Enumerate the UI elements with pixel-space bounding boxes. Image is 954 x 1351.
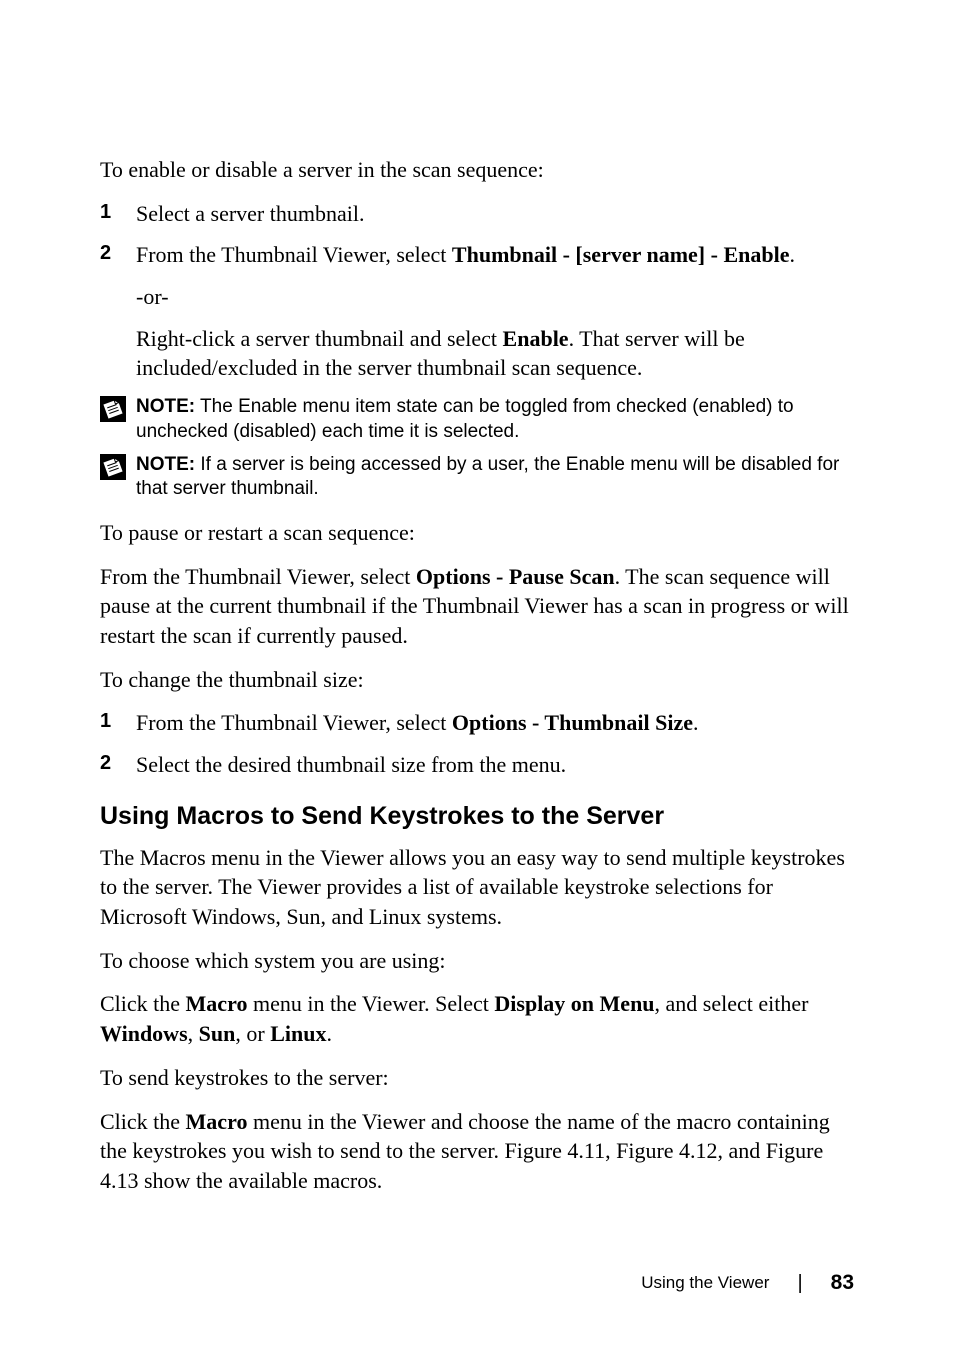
list-number: 2 [100, 240, 136, 270]
bold-text: Enable [503, 326, 569, 351]
list-item: 2 Select the desired thumbnail size from… [100, 750, 854, 780]
list-number: 1 [100, 708, 136, 738]
list-item: 1 From the Thumbnail Viewer, select Opti… [100, 708, 854, 738]
text-fragment: . [789, 242, 795, 267]
bold-text: Thumbnail - [server name] - Enable [452, 242, 790, 267]
text-fragment: . [326, 1021, 332, 1046]
paragraph: The Macros menu in the Viewer allows you… [100, 843, 854, 932]
list-item: 1 Select a server thumbnail. [100, 199, 854, 229]
paragraph: To send keystrokes to the server: [100, 1063, 854, 1093]
bold-text: Options - Thumbnail Size [452, 710, 693, 735]
list-text: Select the desired thumbnail size from t… [136, 750, 566, 780]
text-fragment: Right-click a server thumbnail and selec… [136, 326, 503, 351]
note-label: NOTE: [136, 454, 195, 475]
section-intro: To change the thumbnail size: [100, 665, 854, 695]
note-icon [100, 454, 126, 480]
paragraph: Click the Macro menu in the Viewer and c… [100, 1107, 854, 1196]
note-body: The Enable menu item state can be toggle… [136, 396, 794, 442]
list-text: Select a server thumbnail. [136, 199, 364, 229]
paragraph: To choose which system you are using: [100, 946, 854, 976]
list-number: 2 [100, 750, 136, 780]
heading-macros: Using Macros to Send Keystrokes to the S… [100, 802, 854, 831]
text-fragment: , [188, 1021, 199, 1046]
section-intro: To enable or disable a server in the sca… [100, 155, 854, 185]
bold-text: Linux [270, 1021, 326, 1046]
text-fragment: , and select either [655, 991, 809, 1016]
text-fragment: From the Thumbnail Viewer, select [136, 242, 452, 267]
text-fragment: menu in the Viewer. Select [247, 991, 494, 1016]
text-fragment: From the Thumbnail Viewer, select [100, 564, 416, 589]
or-separator: -or- [136, 282, 854, 312]
note-body: If a server is being accessed by a user,… [136, 454, 839, 500]
paragraph: From the Thumbnail Viewer, select Option… [100, 562, 854, 651]
list-item: 2 From the Thumbnail Viewer, select Thum… [100, 240, 854, 270]
text-fragment: Click the [100, 991, 186, 1016]
list-text: From the Thumbnail Viewer, select Thumbn… [136, 240, 795, 270]
text-fragment: , or [235, 1021, 270, 1046]
page-footer: Using the Viewer | 83 [641, 1271, 854, 1295]
note-text: NOTE: The Enable menu item state can be … [136, 395, 854, 444]
note-text: NOTE: If a server is being accessed by a… [136, 453, 854, 502]
paragraph: Click the Macro menu in the Viewer. Sele… [100, 989, 854, 1048]
note-label: NOTE: [136, 396, 195, 417]
footer-divider: | [797, 1272, 802, 1295]
bold-text: Display on Menu [494, 991, 654, 1016]
footer-section: Using the Viewer [641, 1273, 769, 1293]
text-fragment: Click the [100, 1109, 186, 1134]
bold-text: Windows [100, 1021, 188, 1046]
list-number: 1 [100, 199, 136, 229]
bold-text: Options - Pause Scan [416, 564, 615, 589]
sub-paragraph: Right-click a server thumbnail and selec… [136, 324, 854, 383]
bold-text: Macro [186, 1109, 248, 1134]
bold-text: Sun [199, 1021, 236, 1046]
note-icon [100, 396, 126, 422]
note-block: NOTE: If a server is being accessed by a… [100, 453, 854, 502]
text-fragment: From the Thumbnail Viewer, select [136, 710, 452, 735]
bold-text: Macro [186, 991, 248, 1016]
list-text: From the Thumbnail Viewer, select Option… [136, 708, 698, 738]
text-fragment: . [693, 710, 699, 735]
note-block: NOTE: The Enable menu item state can be … [100, 395, 854, 444]
footer-page-number: 83 [831, 1271, 854, 1295]
section-intro: To pause or restart a scan sequence: [100, 518, 854, 548]
